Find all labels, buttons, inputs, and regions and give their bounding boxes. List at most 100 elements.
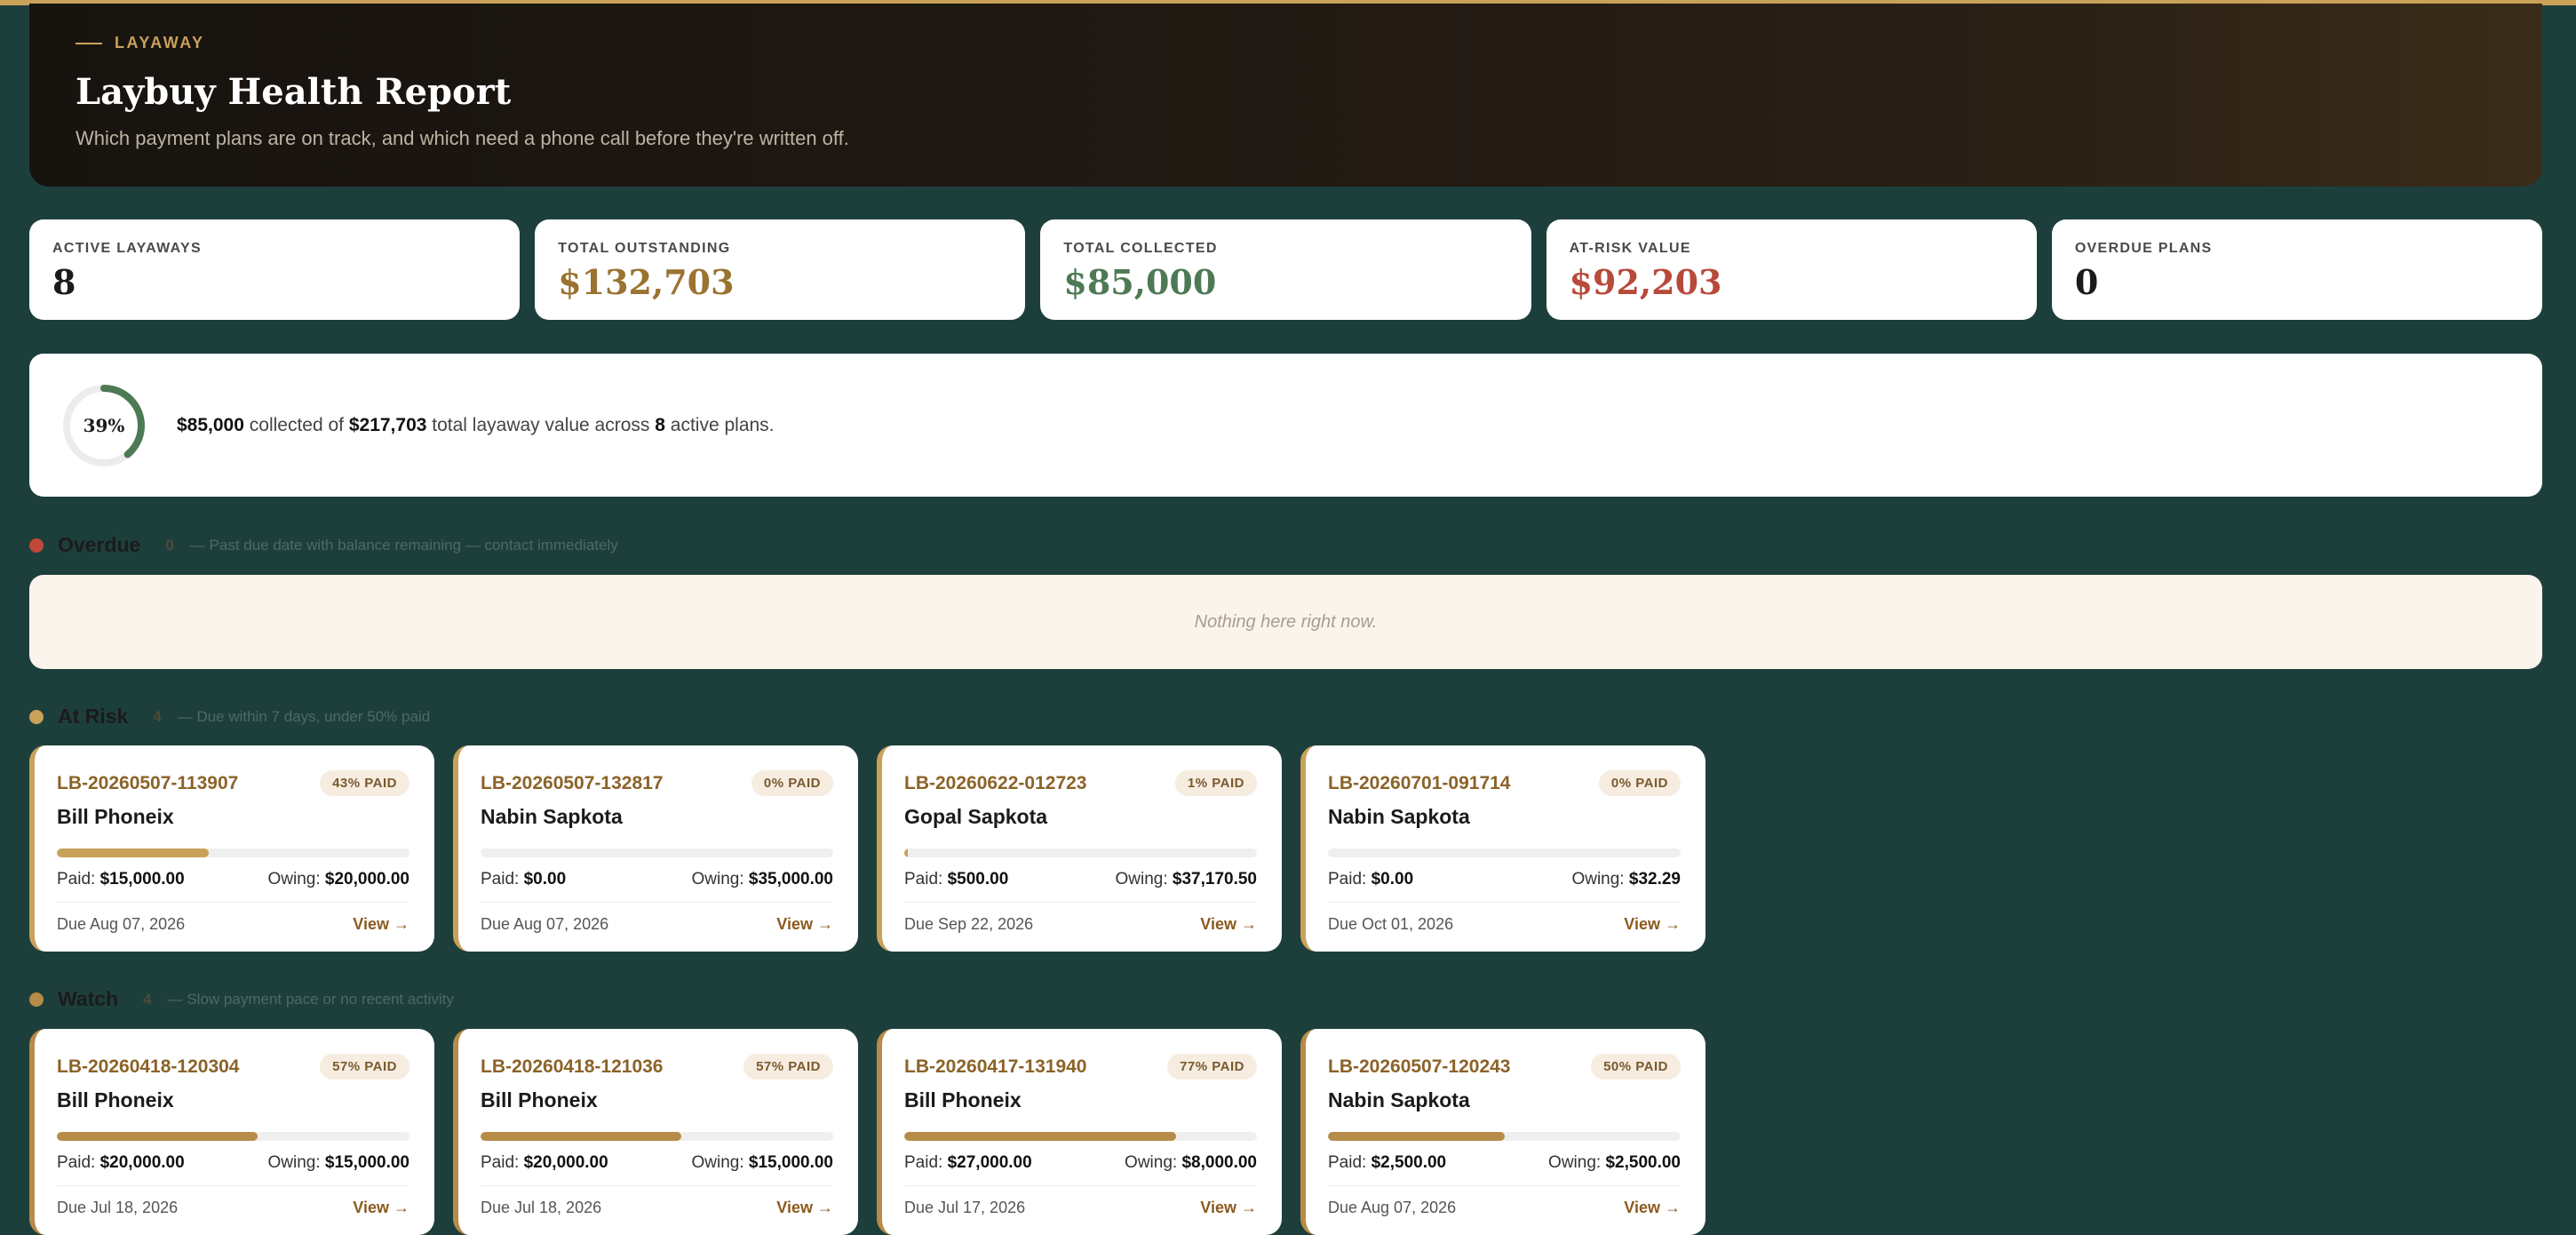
view-link[interactable]: View → [1200, 1199, 1257, 1217]
payment-progress-bar [904, 1132, 1257, 1141]
section-description: — Due within 7 days, under 50% paid [177, 707, 431, 725]
plan-card[interactable]: LB-20260701-091714 0% PAID Nabin Sapkota … [1300, 745, 1705, 952]
payment-progress-bar [57, 1132, 409, 1141]
progress-ring: 39% [61, 383, 147, 468]
paid-badge: 50% PAID [1591, 1054, 1681, 1080]
view-link[interactable]: View → [1200, 915, 1257, 934]
stat-label: AT-RISK VALUE [1569, 241, 1691, 256]
eyebrow-text: LAYAWAY [115, 34, 205, 52]
due-date: Due Jul 18, 2026 [57, 1199, 179, 1216]
report-header: LAYAWAY Laybuy Health Report Which payme… [29, 4, 2542, 187]
due-date: Due Sep 22, 2026 [904, 915, 1034, 933]
section-title: At Risk [58, 705, 129, 728]
stat-total-outstanding: TOTAL OUTSTANDING $132,703 [535, 219, 1026, 320]
page-subtitle: Which payment plans are on track, and wh… [76, 127, 849, 149]
paid-amount: Paid: $2,500.00 [1328, 1153, 1447, 1172]
payment-progress-bar [57, 849, 409, 857]
progress-percent: 39% [83, 414, 125, 436]
paid-badge: 1% PAID [1174, 770, 1257, 796]
plan-id: LB-20260418-120304 [57, 1056, 240, 1077]
view-link[interactable]: View → [353, 915, 409, 934]
stat-label: TOTAL OUTSTANDING [558, 241, 731, 256]
collected-amount: $85,000 [177, 414, 244, 435]
section-header-at-risk: At Risk 4 — Due within 7 days, under 50%… [29, 705, 430, 729]
plan-card[interactable]: LB-20260507-132817 0% PAID Nabin Sapkota … [453, 745, 858, 952]
status-dot-icon [29, 992, 44, 1007]
stat-value: 8 [52, 262, 76, 302]
paid-badge: 77% PAID [1167, 1054, 1257, 1080]
stat-value: $132,703 [558, 262, 735, 302]
section-description: — Slow payment pace or no recent activit… [167, 990, 454, 1008]
total-value: $217,703 [348, 414, 427, 435]
empty-state: Nothing here right now. [29, 575, 2542, 669]
plan-card[interactable]: LB-20260507-120243 50% PAID Nabin Sapkota… [1300, 1029, 1705, 1235]
due-date: Due Oct 01, 2026 [1328, 915, 1454, 933]
due-date: Due Aug 07, 2026 [1328, 1199, 1457, 1216]
paid-amount: Paid: $500.00 [904, 870, 1009, 888]
customer-name: Nabin Sapkota [1328, 805, 1470, 828]
section-title: Watch [58, 987, 119, 1010]
plan-card[interactable]: LB-20260622-012723 1% PAID Gopal Sapkota … [877, 745, 1282, 952]
paid-badge: 57% PAID [320, 1054, 409, 1080]
stat-label: ACTIVE LAYAWAYS [52, 241, 202, 256]
owing-amount: Owing: $15,000.00 [267, 1153, 409, 1172]
paid-badge: 0% PAID [1598, 770, 1681, 796]
section-count: 0 [165, 536, 174, 554]
progress-fill [1328, 1132, 1505, 1141]
stat-value: 0 [2074, 262, 2099, 302]
plan-id: LB-20260701-091714 [1328, 772, 1511, 793]
view-link[interactable]: View → [776, 1199, 833, 1217]
paid-amount: Paid: $27,000.00 [904, 1153, 1032, 1172]
stat-value: $85,000 [1063, 262, 1217, 302]
active-plan-count: 8 [655, 414, 665, 435]
stat-total-collected: TOTAL COLLECTED $85,000 [1040, 219, 1531, 320]
plan-card[interactable]: LB-20260418-120304 57% PAID Bill Phoneix … [29, 1029, 434, 1235]
owing-amount: Owing: $15,000.00 [691, 1153, 833, 1172]
status-dot-icon [29, 538, 44, 553]
paid-badge: 43% PAID [320, 770, 409, 796]
due-date: Due Jul 17, 2026 [904, 1199, 1026, 1216]
view-link[interactable]: View → [353, 1199, 409, 1217]
progress-fill [57, 849, 209, 857]
section-header-overdue: Overdue 0 — Past due date with balance r… [29, 533, 618, 557]
eyebrow: LAYAWAY [76, 34, 205, 52]
section-count: 4 [143, 990, 152, 1008]
stat-label: OVERDUE PLANS [2074, 241, 2213, 256]
eyebrow-line [76, 42, 102, 44]
status-dot-icon [29, 709, 44, 724]
plan-id: LB-20260622-012723 [904, 772, 1087, 793]
stats-row: ACTIVE LAYAWAYS 8 TOTAL OUTSTANDING $132… [29, 219, 2543, 320]
plan-card[interactable]: LB-20260507-113907 43% PAID Bill Phoneix … [29, 745, 434, 952]
owing-amount: Owing: $37,170.50 [1115, 870, 1257, 888]
progress-fill [481, 1132, 682, 1141]
plan-card[interactable]: LB-20260418-121036 57% PAID Bill Phoneix … [453, 1029, 858, 1235]
plan-card[interactable]: LB-20260417-131940 77% PAID Bill Phoneix … [877, 1029, 1282, 1235]
payment-progress-bar [904, 849, 1257, 857]
owing-amount: Owing: $32.29 [1571, 870, 1681, 888]
view-link[interactable]: View → [1624, 915, 1681, 934]
customer-name: Bill Phoneix [57, 1088, 174, 1112]
paid-badge: 0% PAID [751, 770, 833, 796]
summary-text: total layaway value across [432, 414, 650, 435]
owing-amount: Owing: $20,000.00 [267, 870, 409, 888]
customer-name: Nabin Sapkota [1328, 1088, 1470, 1112]
plan-id: LB-20260507-120243 [1328, 1056, 1511, 1077]
customer-name: Bill Phoneix [57, 805, 174, 828]
view-link[interactable]: View → [776, 915, 833, 934]
view-link[interactable]: View → [1624, 1199, 1681, 1217]
section-description: — Past due date with balance remaining —… [189, 536, 618, 554]
plan-id: LB-20260417-131940 [904, 1056, 1087, 1077]
at-risk-cards: LB-20260507-113907 43% PAID Bill Phoneix … [29, 745, 1705, 952]
plan-id: LB-20260507-132817 [481, 772, 664, 793]
customer-name: Nabin Sapkota [481, 805, 623, 828]
paid-badge: 57% PAID [743, 1054, 833, 1080]
due-date: Due Aug 07, 2026 [481, 915, 609, 933]
section-header-watch: Watch 4 — Slow payment pace or no recent… [29, 987, 454, 1011]
summary-text: active plans. [670, 414, 775, 435]
customer-name: Bill Phoneix [481, 1088, 598, 1112]
progress-fill [57, 1132, 258, 1141]
paid-amount: Paid: $20,000.00 [57, 1153, 185, 1172]
watch-cards: LB-20260418-120304 57% PAID Bill Phoneix … [29, 1029, 1705, 1235]
plan-id: LB-20260418-121036 [481, 1056, 664, 1077]
stat-value: $92,203 [1569, 262, 1722, 302]
